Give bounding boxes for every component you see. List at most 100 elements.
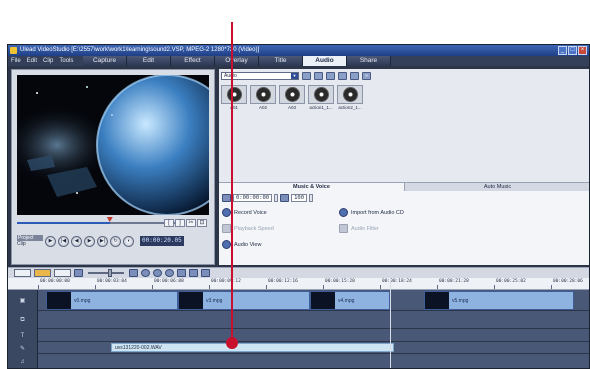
audio-clip[interactable]: uvs131220-002.WAV	[111, 343, 394, 352]
zoom-out-icon[interactable]	[74, 269, 83, 277]
mixer-icon[interactable]	[189, 269, 198, 277]
audio-filter-button[interactable]: Audio Filter	[339, 224, 379, 233]
timeline-toolbar	[8, 267, 589, 278]
music-track[interactable]	[38, 354, 589, 368]
repeat-icon[interactable]: ↻	[110, 235, 121, 247]
undo-icon[interactable]	[141, 269, 150, 277]
playback-controls: Project Clip ▶ |◀ ◀ ▶ ▶| ↻ ◖ 00:00:20.05	[17, 232, 209, 250]
storyboard-view-button[interactable]	[14, 269, 31, 277]
timeline-ruler[interactable]: 00:00:00:00 00:00:03:04 00:00:06:08 00:00:0…	[8, 278, 589, 290]
batch-convert-icon[interactable]	[177, 269, 186, 277]
home-icon[interactable]: |◀	[58, 235, 69, 247]
video-clip[interactable]: v0.mpg	[46, 291, 178, 310]
sort-icon[interactable]	[326, 72, 335, 80]
view-icon[interactable]	[338, 72, 347, 80]
fit-icon[interactable]: ⊡	[197, 219, 207, 227]
clip-label: v5.mpg	[452, 298, 469, 304]
expand-icon[interactable]: »	[362, 72, 371, 80]
mark-out-button[interactable]: ]	[175, 219, 185, 227]
video-clip[interactable]: v5.mpg	[424, 291, 574, 310]
audio-view-button[interactable]: Audio View	[222, 240, 261, 249]
minimize-button[interactable]: _	[558, 46, 567, 55]
close-button[interactable]: ×	[578, 46, 587, 55]
duration-timecode[interactable]: 0:00:00:00	[233, 194, 273, 202]
step-capture[interactable]: Capture	[83, 56, 127, 66]
import-cd-button[interactable]: Import from Audio CD	[339, 208, 404, 217]
folder-icon[interactable]	[302, 72, 311, 80]
step-audio[interactable]: Audio	[303, 56, 347, 66]
step-overlay[interactable]: Overlay	[215, 56, 259, 66]
menu-file[interactable]: File	[8, 56, 24, 66]
auto-music-icon[interactable]	[201, 269, 210, 277]
menu-tools[interactable]: Tools	[56, 56, 76, 66]
zoom-thumb[interactable]	[108, 269, 112, 277]
library-item[interactable]: action2_1...	[337, 85, 363, 111]
play-icon[interactable]: ▶	[45, 235, 56, 247]
step-edit[interactable]: Edit	[127, 56, 171, 66]
library-item-label: action2_1...	[338, 105, 362, 110]
ruler-tick	[380, 285, 381, 289]
music-track-head[interactable]: ♫	[8, 354, 38, 368]
maximize-button[interactable]: □	[568, 46, 577, 55]
voice-track[interactable]: uvs131220-002.WAV	[38, 342, 589, 354]
duration-spinner[interactable]	[274, 194, 279, 202]
volume-spinner[interactable]	[309, 194, 314, 202]
record-voice-button[interactable]: Record Voice	[222, 208, 267, 217]
timeline-view-button[interactable]	[34, 269, 51, 277]
menu-edit[interactable]: Edit	[24, 56, 40, 66]
title-track[interactable]	[38, 329, 589, 342]
preview-video	[17, 75, 209, 215]
overlay-track[interactable]	[38, 311, 589, 329]
zoom-slider[interactable]	[88, 269, 124, 277]
tab-music-voice[interactable]: Music & Voice	[219, 183, 405, 191]
library-item[interactable]: A02	[250, 85, 276, 111]
pointer-line	[231, 22, 233, 342]
voice-track-head[interactable]: ✎	[8, 342, 38, 354]
ruler-tick	[494, 285, 495, 289]
video-track-icon: ▣	[19, 298, 26, 304]
audio-clip-label: uvs131220-002.WAV	[115, 345, 162, 351]
next-frame-icon[interactable]: ▶	[84, 235, 95, 247]
audio-view-button-tl[interactable]	[54, 269, 71, 277]
video-track-head[interactable]: ▣	[8, 290, 38, 311]
step-share[interactable]: Share	[347, 56, 391, 66]
previous-frame-icon[interactable]: ◀	[71, 235, 82, 247]
copy-icon[interactable]	[350, 72, 359, 80]
video-track[interactable]: v0.mpg v3.mpg v4.mpg v5.mpg	[38, 290, 589, 311]
microphone-icon: ✎	[19, 345, 26, 352]
library-item[interactable]: A03	[279, 85, 305, 111]
ruler-label: 00:00:21:28	[439, 279, 469, 284]
record-icon[interactable]	[165, 269, 174, 277]
ruler-tick	[437, 285, 438, 289]
library-item[interactable]: A01	[221, 85, 247, 111]
video-clip[interactable]: v3.mpg	[178, 291, 310, 310]
screenshot: Ulead VideoStudio [E:\2557\work\work1\le…	[0, 0, 590, 369]
video-clip[interactable]: v4.mpg	[310, 291, 390, 310]
volume-icon[interactable]: ◖	[123, 235, 134, 247]
tab-auto-music[interactable]: Auto Music	[405, 183, 589, 191]
timecode-display[interactable]: 00:00:20.05	[140, 236, 184, 246]
clip-mode-label[interactable]: Clip	[17, 241, 43, 247]
cut-icon[interactable]: ✂	[186, 219, 196, 227]
playback-speed-button[interactable]: Playback Speed	[222, 224, 274, 233]
library-item[interactable]: action1_1...	[308, 85, 334, 111]
title-bar: Ulead VideoStudio [E:\2557\work\work1\le…	[8, 45, 589, 56]
overlay-track-head[interactable]: ⧉	[8, 311, 38, 329]
title-track-head[interactable]: T	[8, 329, 38, 342]
export-icon[interactable]	[314, 72, 323, 80]
timeline-playhead[interactable]	[390, 278, 391, 368]
step-tabs: Capture Edit Effect Overlay Title Audio …	[83, 56, 391, 66]
cd-icon	[339, 208, 348, 217]
microphone-icon	[222, 208, 231, 217]
step-effect[interactable]: Effect	[171, 56, 215, 66]
end-icon[interactable]: ▶|	[97, 235, 108, 247]
volume-field[interactable]: 100	[291, 194, 308, 202]
mark-in-button[interactable]: [	[164, 219, 174, 227]
menu-clip[interactable]: Clip	[40, 56, 56, 66]
ruler-label: 00:00:06:08	[154, 279, 184, 284]
step-title[interactable]: Title	[259, 56, 303, 66]
audio-filter-label: Audio Filter	[351, 225, 379, 232]
ruler-tick	[95, 285, 96, 289]
redo-icon[interactable]	[153, 269, 162, 277]
zoom-in-icon[interactable]	[129, 269, 138, 277]
